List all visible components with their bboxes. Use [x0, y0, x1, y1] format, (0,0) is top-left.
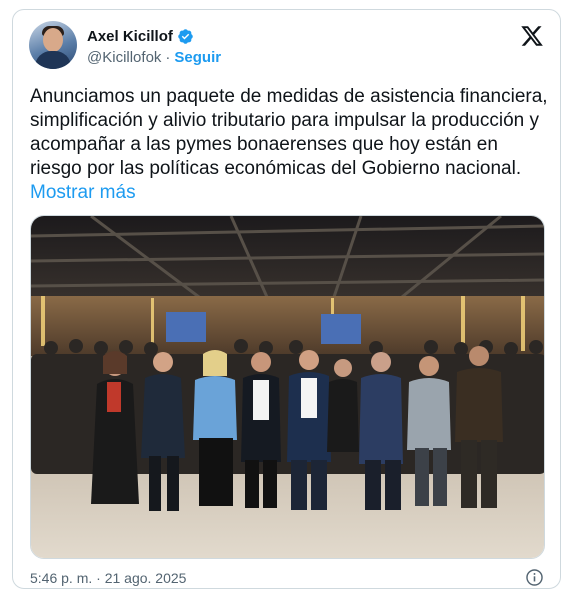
author-name-row: Axel Kicillof [87, 26, 194, 46]
x-logo-icon[interactable] [520, 24, 544, 48]
follow-button[interactable]: Seguir [174, 49, 221, 66]
verified-badge-icon [178, 28, 193, 44]
group-photo-image [31, 216, 544, 558]
tweet-text: Anunciamos un paquete de medidas de asis… [30, 85, 550, 205]
tweet-body: Anunciamos un paquete de medidas de asis… [30, 86, 548, 179]
show-more-link[interactable]: Mostrar más [30, 182, 136, 203]
tweet-photo[interactable] [30, 215, 545, 559]
author-handle-row: @Kicillofok · Seguir [87, 49, 221, 66]
tweet-card[interactable]: Axel Kicillof @Kicillofok · Seguir Anunc… [12, 9, 561, 589]
tweet-timestamp[interactable]: 5:46 p. m. · 21 ago. 2025 [30, 570, 186, 586]
info-icon[interactable] [525, 568, 544, 587]
author-handle[interactable]: @Kicillofok [87, 49, 161, 66]
avatar-face [43, 28, 63, 52]
handle-separator: · [165, 49, 171, 66]
avatar-shoulders [35, 51, 71, 69]
author-display-name[interactable]: Axel Kicillof [87, 28, 173, 45]
avatar[interactable] [29, 21, 77, 69]
